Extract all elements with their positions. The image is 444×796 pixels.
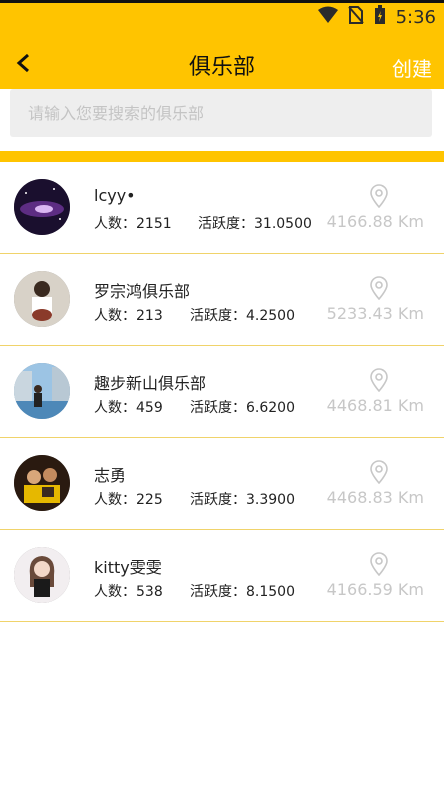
club-row[interactable]: 罗宗鸿俱乐部 人数：213 活跃度：4.2500 5233.43 Km bbox=[0, 254, 444, 346]
distance: 4166.88 Km bbox=[326, 212, 424, 231]
club-name: kitty雯雯 bbox=[94, 558, 162, 577]
search-box bbox=[10, 89, 432, 137]
club-list: lcyy• 人数：2151 活跃度：31.0500 4166.88 Km 罗宗鸿俱… bbox=[0, 162, 444, 622]
distance: 4166.59 Km bbox=[326, 580, 424, 599]
avatar bbox=[14, 455, 70, 511]
status-time: 5:36 bbox=[395, 6, 436, 28]
activity-score: 活跃度：8.1500 bbox=[190, 584, 295, 600]
location-pin-icon bbox=[370, 184, 388, 208]
club-stats: 人数：225 活跃度：3.3900 bbox=[94, 489, 295, 509]
location-pin-icon bbox=[370, 368, 388, 392]
club-name: lcyy• bbox=[94, 186, 136, 205]
club-stats: 人数：538 活跃度：8.1500 bbox=[94, 581, 295, 601]
member-count: 人数：538 bbox=[94, 584, 163, 600]
status-bar: 5:36 bbox=[0, 3, 444, 31]
activity-score: 活跃度：31.0500 bbox=[198, 216, 312, 232]
distance: 5233.43 Km bbox=[326, 304, 424, 323]
club-row[interactable]: 趣步新山俱乐部 人数：459 活跃度：6.6200 4468.81 Km bbox=[0, 346, 444, 438]
app-bar: 俱乐部 创建 bbox=[0, 31, 444, 89]
status-icons: 5:36 bbox=[317, 3, 436, 31]
activity-score: 活跃度：4.2500 bbox=[190, 308, 295, 324]
club-stats: 人数：459 活跃度：6.6200 bbox=[94, 397, 295, 417]
search-input[interactable] bbox=[10, 89, 432, 137]
search-area bbox=[0, 89, 444, 151]
battery-charging-icon bbox=[374, 4, 386, 30]
club-row[interactable]: lcyy• 人数：2151 活跃度：31.0500 4166.88 Km bbox=[0, 162, 444, 254]
member-count: 人数：459 bbox=[94, 400, 163, 416]
create-button[interactable]: 创建 bbox=[392, 53, 432, 82]
club-stats: 人数：213 活跃度：4.2500 bbox=[94, 305, 295, 325]
club-name: 志勇 bbox=[94, 466, 127, 485]
activity-score: 活跃度：3.3900 bbox=[190, 492, 295, 508]
location-pin-icon bbox=[370, 276, 388, 300]
club-stats: 人数：2151 活跃度：31.0500 bbox=[94, 213, 312, 233]
location-pin-icon bbox=[370, 460, 388, 484]
avatar bbox=[14, 179, 70, 235]
member-count: 人数：225 bbox=[94, 492, 163, 508]
club-row[interactable]: 志勇 人数：225 活跃度：3.3900 4468.83 Km bbox=[0, 438, 444, 530]
page-title: 俱乐部 bbox=[188, 55, 255, 80]
wifi-icon bbox=[317, 6, 338, 29]
club-name: 罗宗鸿俱乐部 bbox=[94, 282, 191, 301]
member-count: 人数：2151 bbox=[94, 216, 172, 232]
no-sim-icon bbox=[347, 5, 364, 29]
club-row[interactable]: kitty雯雯 人数：538 活跃度：8.1500 4166.59 Km bbox=[0, 530, 444, 622]
distance: 4468.81 Km bbox=[326, 396, 424, 415]
activity-score: 活跃度：6.6200 bbox=[190, 400, 295, 416]
avatar bbox=[14, 363, 70, 419]
club-name: 趣步新山俱乐部 bbox=[94, 374, 207, 393]
avatar bbox=[14, 271, 70, 327]
member-count: 人数：213 bbox=[94, 308, 163, 324]
location-pin-icon bbox=[370, 552, 388, 576]
section-divider bbox=[0, 151, 444, 162]
avatar bbox=[14, 547, 70, 603]
distance: 4468.83 Km bbox=[326, 488, 424, 507]
